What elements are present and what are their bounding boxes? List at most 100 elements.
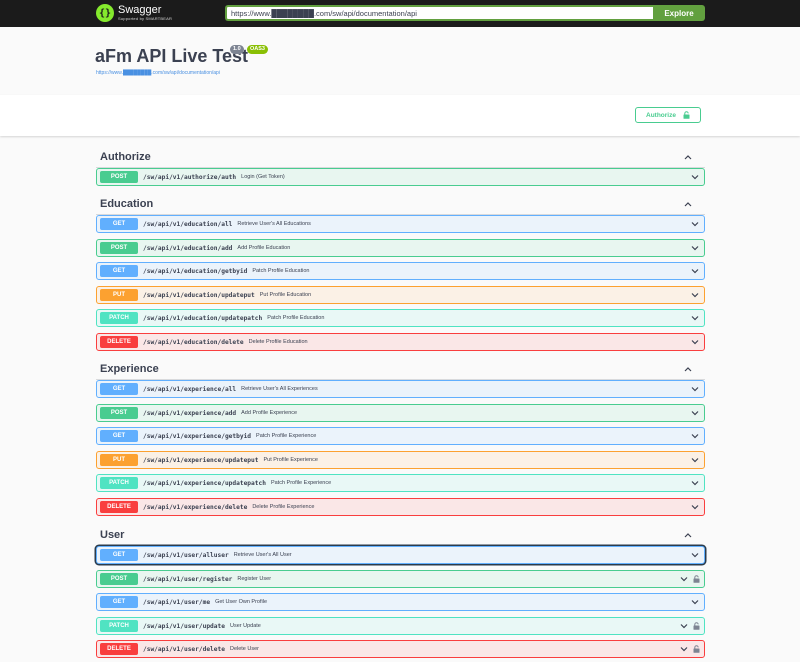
operation-patch[interactable]: PATCH/sw/api/v1/experience/updatepatch Pa… — [96, 474, 705, 492]
method-badge: PUT — [100, 454, 138, 466]
operation-path: /sw/api/v1/education/add — [143, 244, 233, 252]
operation-put[interactable]: PUT/sw/api/v1/education/updateput Put Pro… — [96, 286, 705, 304]
method-badge: DELETE — [100, 501, 138, 513]
operation-post[interactable]: POST/sw/api/v1/user/register Register Use… — [96, 570, 705, 588]
operation-delete[interactable]: DELETE/sw/api/v1/user/delete Delete User — [96, 640, 705, 658]
url-form: Explore — [225, 5, 705, 21]
spec-url-input[interactable] — [225, 5, 653, 21]
tag-title: Education — [100, 198, 154, 210]
chevron-down-icon[interactable] — [690, 313, 700, 323]
chevron-up-icon[interactable] — [683, 530, 693, 540]
lock-icon[interactable] — [693, 622, 700, 630]
operation-get[interactable]: GET/sw/api/v1/education/all Retrieve User… — [96, 215, 705, 233]
lock-icon[interactable] — [693, 575, 700, 583]
operation-get[interactable]: GET/sw/api/v1/education/getbyid Patch Pro… — [96, 262, 705, 280]
operation-path: /sw/api/v1/education/getbyid — [143, 267, 248, 275]
spec-link[interactable]: https://www.████████.com/sw/api/document… — [96, 70, 220, 76]
operation-path: /sw/api/v1/user/delete — [143, 645, 225, 653]
tag-title: User — [100, 529, 125, 541]
operation-summary: Patch Profile Experience — [270, 480, 332, 486]
api-title: aFm API Live Test — [95, 46, 249, 66]
method-badge: POST — [100, 242, 138, 254]
authorize-label: Authorize — [646, 111, 676, 119]
method-badge: PATCH — [100, 477, 138, 489]
operation-path: /sw/api/v1/user/register — [143, 575, 233, 583]
chevron-down-icon[interactable] — [690, 384, 700, 394]
chevron-down-icon[interactable] — [690, 597, 700, 607]
tag-title: Experience — [100, 363, 159, 375]
chevron-down-icon[interactable] — [690, 550, 700, 560]
operation-summary: Get User Own Profile — [215, 599, 268, 605]
operation-delete[interactable]: DELETE/sw/api/v1/education/delete Delete … — [96, 333, 705, 351]
method-badge: GET — [100, 383, 138, 395]
chevron-up-icon[interactable] — [683, 364, 693, 374]
chevron-down-icon[interactable] — [690, 478, 700, 488]
topbar: {} Swagger Supported by SMARTBEAR Explor… — [0, 0, 800, 27]
tag-title: Authorize — [100, 151, 151, 163]
api-info: aFm API Live Test 1.0 OAS3 https://www.█… — [0, 27, 800, 95]
method-badge: GET — [100, 596, 138, 608]
operation-summary: Delete Profile Education — [248, 339, 308, 345]
chevron-down-icon[interactable] — [690, 455, 700, 465]
operation-summary: Retrieve User's All User — [233, 552, 292, 558]
operation-put[interactable]: PUT/sw/api/v1/experience/updateput Put Pr… — [96, 451, 705, 469]
operation-post[interactable]: POST/sw/api/v1/experience/add Add Profile… — [96, 404, 705, 422]
method-badge: GET — [100, 218, 138, 230]
chevron-down-icon[interactable] — [679, 574, 689, 584]
operation-get[interactable]: GET/sw/api/v1/user/me Get User Own Profil… — [96, 593, 705, 611]
chevron-down-icon[interactable] — [690, 172, 700, 182]
method-badge: PUT — [100, 289, 138, 301]
chevron-down-icon[interactable] — [690, 502, 700, 512]
chevron-up-icon[interactable] — [683, 199, 693, 209]
operation-get[interactable]: GET/sw/api/v1/user/alluser Retrieve User'… — [96, 546, 705, 564]
scheme-container: Authorize — [0, 95, 800, 136]
chevron-down-icon[interactable] — [679, 644, 689, 654]
swagger-brand[interactable]: {} Swagger Supported by SMARTBEAR — [96, 4, 172, 22]
operation-path: /sw/api/v1/education/all — [143, 220, 233, 228]
tag-section-education[interactable]: Education — [96, 195, 705, 215]
authorize-button[interactable]: Authorize — [635, 107, 701, 123]
operation-get[interactable]: GET/sw/api/v1/experience/all Retrieve Use… — [96, 380, 705, 398]
operation-path: /sw/api/v1/user/alluser — [143, 551, 229, 559]
operation-path: /sw/api/v1/education/updatepatch — [143, 314, 263, 322]
tag-section-user[interactable]: User — [96, 526, 705, 546]
operation-path: /sw/api/v1/user/me — [143, 598, 211, 606]
operation-path: /sw/api/v1/experience/updatepatch — [143, 479, 266, 487]
method-badge: POST — [100, 573, 138, 585]
chevron-down-icon[interactable] — [690, 219, 700, 229]
brand-sub: Supported by SMARTBEAR — [118, 16, 173, 21]
operation-summary: Put Profile Experience — [263, 457, 318, 463]
explore-button[interactable]: Explore — [653, 5, 705, 21]
oas-badge: OAS3 — [247, 45, 268, 54]
operation-path: /sw/api/v1/authorize/auth — [143, 173, 237, 181]
lock-icon — [683, 111, 690, 119]
operation-summary: Retrieve User's All Experiences — [241, 386, 318, 392]
chevron-down-icon[interactable] — [690, 266, 700, 276]
operation-delete[interactable]: DELETE/sw/api/v1/experience/delete Delete… — [96, 498, 705, 516]
tag-section-experience[interactable]: Experience — [96, 360, 705, 380]
chevron-down-icon[interactable] — [679, 621, 689, 631]
chevron-down-icon[interactable] — [690, 243, 700, 253]
method-badge: POST — [100, 171, 138, 183]
chevron-down-icon[interactable] — [690, 408, 700, 418]
operation-post[interactable]: POST/sw/api/v1/authorize/auth Login (Get … — [96, 168, 705, 186]
method-badge: DELETE — [100, 336, 138, 348]
chevron-down-icon[interactable] — [690, 290, 700, 300]
operation-patch[interactable]: PATCH/sw/api/v1/education/updatepatch Pat… — [96, 309, 705, 327]
operation-post[interactable]: POST/sw/api/v1/education/add Add Profile … — [96, 239, 705, 257]
method-badge: PATCH — [100, 312, 138, 324]
chevron-down-icon[interactable] — [690, 337, 700, 347]
operation-path: /sw/api/v1/experience/delete — [143, 503, 248, 511]
tag-section-authorize[interactable]: Authorize — [96, 148, 705, 168]
swagger-logo-icon: {} — [96, 4, 114, 22]
operation-summary: Patch Profile Education — [267, 315, 325, 321]
lock-icon[interactable] — [693, 645, 700, 653]
operation-patch[interactable]: PATCH/sw/api/v1/user/update User Update — [96, 617, 705, 635]
version-badge: 1.0 — [230, 45, 244, 54]
operation-get[interactable]: GET/sw/api/v1/experience/getbyid Patch Pr… — [96, 427, 705, 445]
operation-path: /sw/api/v1/experience/getbyid — [143, 432, 252, 440]
chevron-up-icon[interactable] — [683, 152, 693, 162]
chevron-down-icon[interactable] — [690, 431, 700, 441]
operation-path: /sw/api/v1/experience/all — [143, 385, 237, 393]
method-badge: GET — [100, 430, 138, 442]
